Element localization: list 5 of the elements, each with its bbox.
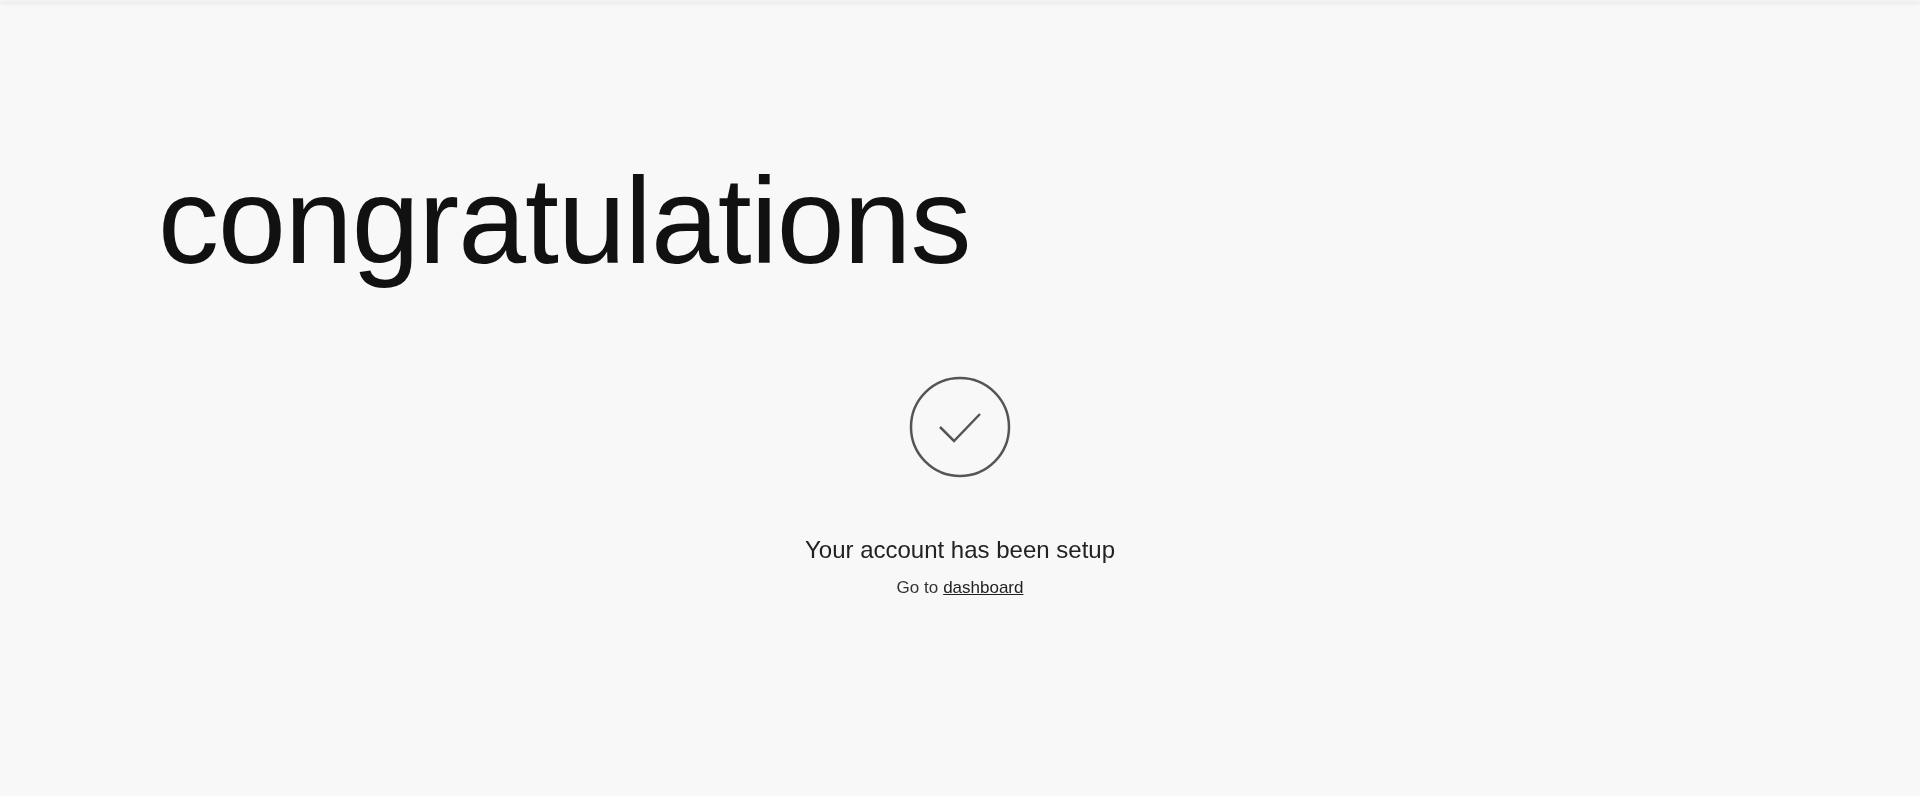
success-message: Your account has been setup (805, 536, 1115, 565)
go-to-text: Go to (896, 578, 939, 599)
dashboard-link[interactable]: dashboard (943, 578, 1024, 599)
check-circle-icon (909, 376, 1011, 479)
page-heading: congratulations (158, 152, 971, 291)
